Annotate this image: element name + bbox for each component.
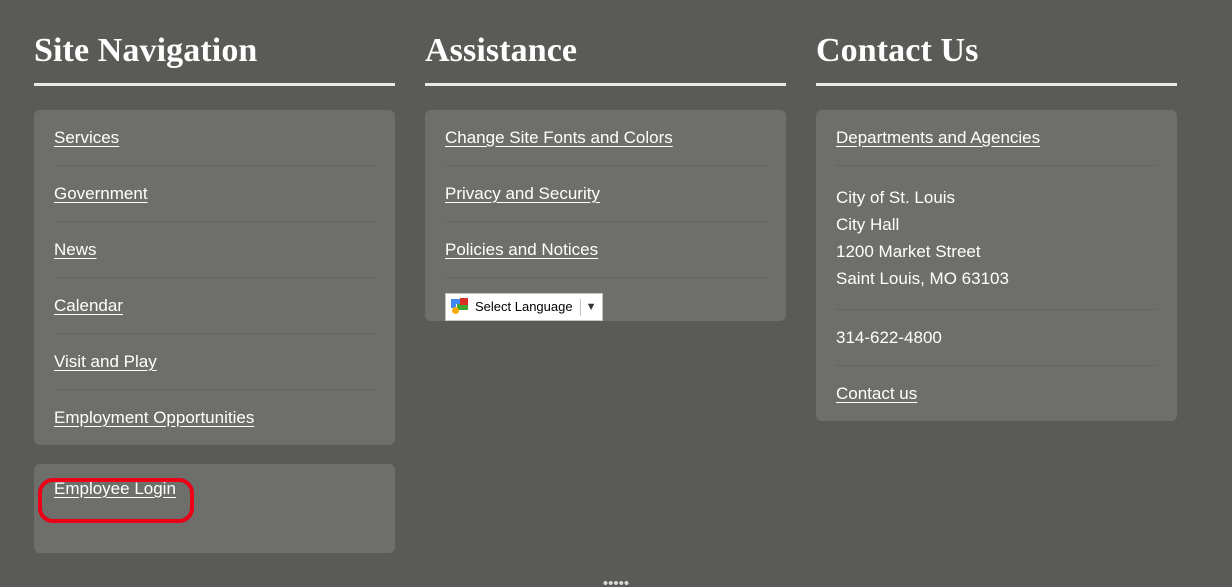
list-item[interactable]: News [54,222,375,278]
address-line-city-state-zip: Saint Louis, MO 63103 [836,269,1009,288]
sidebar-item-calendar[interactable]: Calendar [54,296,123,316]
phone-number: 314-622-4800 [836,328,942,347]
employee-login-panel: Employee Login [34,464,395,553]
list-item[interactable]: Policies and Notices [445,222,766,278]
list-item[interactable]: Visit and Play [54,334,375,390]
footer-columns: Site Navigation Services Government News… [0,0,1232,587]
link-departments-and-agencies[interactable]: Departments and Agencies [836,128,1040,148]
employee-login-link-wrap[interactable]: Employee Login [54,479,176,499]
sidebar-item-employment-opportunities[interactable]: Employment Opportunities [54,408,254,428]
chevron-down-icon[interactable]: ▼ [586,301,597,313]
link-contact-us[interactable]: Contact us [836,384,917,404]
heading-divider [425,83,786,86]
sidebar-item-government[interactable]: Government [54,184,148,204]
list-item[interactable]: Departments and Agencies [836,110,1157,166]
site-navigation-panel: Services Government News Calendar Visit … [34,110,395,445]
list-item[interactable]: Employment Opportunities [54,390,375,445]
heading-divider [816,83,1177,86]
address-line-street: 1200 Market Street [836,242,981,261]
heading-divider [34,83,395,86]
footer-column-contact-us: Contact Us Departments and Agencies City… [816,0,1177,587]
page-title-assistance: Assistance [425,32,578,69]
phone-row: 314-622-4800 [836,310,1157,366]
contact-us-panel: Departments and Agencies City of St. Lou… [816,110,1177,421]
list-item[interactable]: Services [54,110,375,166]
address-line-organization: City of St. Louis [836,188,956,207]
link-policies-and-notices[interactable]: Policies and Notices [445,240,598,260]
footer-column-site-navigation: Site Navigation Services Government News… [34,0,395,587]
select-language-dropdown[interactable]: Select Language ▼ [445,293,604,321]
list-item[interactable]: Privacy and Security [445,166,766,222]
sidebar-item-visit-and-play[interactable]: Visit and Play [54,352,157,372]
divider [579,298,581,316]
employee-login-link[interactable]: Employee Login [54,479,176,499]
list-item[interactable]: Contact us [836,366,1157,421]
page-title-contact-us: Contact Us [816,32,979,69]
bottom-clipped-text: ••••• [602,575,630,587]
sidebar-item-news[interactable]: News [54,240,97,260]
address-line-building: City Hall [836,215,900,234]
link-change-site-fonts-and-colors[interactable]: Change Site Fonts and Colors [445,128,673,148]
page-title-site-navigation: Site Navigation [34,32,258,69]
list-item[interactable]: Change Site Fonts and Colors [445,110,766,166]
list-item[interactable]: Government [54,166,375,222]
select-language-label: Select Language [475,299,573,314]
list-item[interactable]: Calendar [54,278,375,334]
language-selector-row[interactable]: Select Language ▼ [445,278,766,321]
google-translate-icon [451,298,469,316]
sidebar-item-services[interactable]: Services [54,128,119,148]
address-block: City of St. Louis City Hall 1200 Market … [836,166,1157,310]
footer-column-assistance: Assistance Change Site Fonts and Colors … [425,0,786,587]
link-privacy-and-security[interactable]: Privacy and Security [445,184,600,204]
assistance-panel: Change Site Fonts and Colors Privacy and… [425,110,786,321]
